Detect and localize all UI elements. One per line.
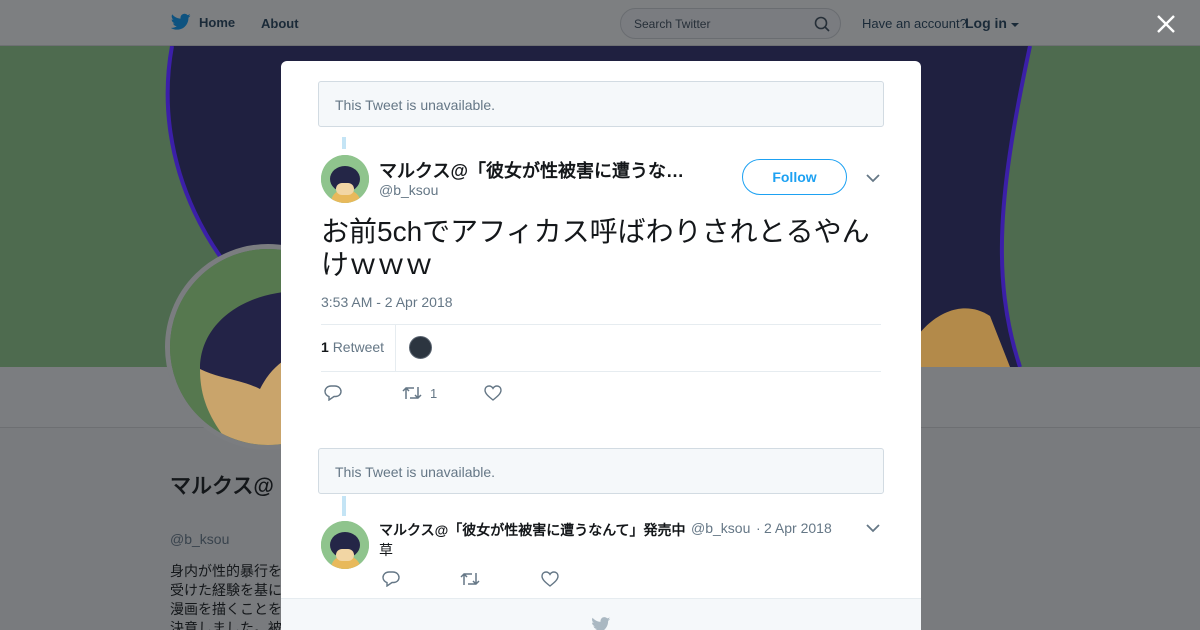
reply-icon <box>382 571 400 587</box>
unavailable-text: This Tweet is unavailable. <box>335 464 496 480</box>
nav-about-link[interactable]: About <box>261 16 299 31</box>
tweet-timestamp[interactable]: 3:53 AM - 2 Apr 2018 <box>321 294 453 310</box>
retweeter-avatar[interactable] <box>409 336 432 359</box>
nav-home-link[interactable]: Home <box>171 13 235 31</box>
caret-down-icon <box>1010 23 1019 27</box>
retweet-icon <box>402 386 422 400</box>
tweet-author-handle[interactable]: @b_ksou <box>379 182 438 198</box>
modal-footer <box>281 598 921 630</box>
reply-separator: · <box>756 520 761 536</box>
divider <box>321 371 881 372</box>
close-icon[interactable] <box>1154 12 1178 36</box>
chevron-down-icon[interactable] <box>865 520 881 536</box>
unavailable-tweet-notice: This Tweet is unavailable. <box>318 448 884 494</box>
reply-button[interactable] <box>324 385 342 401</box>
profile-handle[interactable]: @b_ksou <box>170 531 229 547</box>
follow-button[interactable]: Follow <box>742 159 847 195</box>
retweet-button[interactable]: 1 <box>402 385 437 401</box>
chevron-down-icon[interactable] <box>865 170 881 186</box>
login-label: Log in <box>965 15 1007 31</box>
search-icon[interactable] <box>814 16 830 32</box>
retweet-count: 1 <box>321 339 329 355</box>
unavailable-tweet-notice: This Tweet is unavailable. <box>318 81 884 127</box>
reply-avatar-illustration <box>321 521 369 569</box>
retweet-icon <box>460 572 480 586</box>
reply-date[interactable]: 2 Apr 2018 <box>764 520 832 536</box>
thread-connector-line <box>342 137 346 149</box>
reply-text: 草 <box>379 542 393 558</box>
top-navigation-bar: Home About Search Twitter Have an accoun… <box>0 0 1200 46</box>
reply-author-handle[interactable]: @b_ksou <box>691 520 750 536</box>
nav-home-label: Home <box>199 14 236 30</box>
like-button[interactable] <box>484 385 502 401</box>
reply-author-name[interactable]: マルクス@「彼女が性被害に遭うなんて」発売中 <box>379 520 686 540</box>
reply-icon <box>324 385 342 401</box>
retweet-action-count: 1 <box>430 385 438 401</box>
stat-separator <box>395 325 396 371</box>
login-link[interactable]: Log in <box>965 15 1019 31</box>
tweet-permalink-modal: This Tweet is unavailable. マルクス@「彼女が性被害に… <box>281 61 921 630</box>
search-placeholder: Search Twitter <box>634 17 711 31</box>
tweet-text: お前5chでアフィカス呼ばわりされとるやんけｗｗｗ <box>321 216 870 280</box>
retweet-stat-label: Retweet <box>332 339 385 355</box>
heart-icon <box>484 385 502 401</box>
reply-retweet-button[interactable] <box>460 571 480 587</box>
reply-reply-button[interactable] <box>382 571 400 587</box>
twitter-bird-icon <box>592 617 611 630</box>
tweet-author-avatar[interactable] <box>321 155 369 203</box>
profile-name: マルクス@「彼女が性被害に遭うなんて」発売中 <box>170 475 285 498</box>
thread-connector-line <box>342 496 346 516</box>
reply-author-avatar[interactable] <box>321 521 369 569</box>
unavailable-text: This Tweet is unavailable. <box>335 97 496 113</box>
author-avatar-illustration <box>321 155 369 203</box>
divider <box>321 324 881 325</box>
heart-icon <box>541 571 559 587</box>
have-account-text: Have an account? <box>862 16 967 31</box>
reply-like-button[interactable] <box>541 571 559 587</box>
tweet-author-name[interactable]: マルクス@「彼女が性被害に遭うな… <box>379 157 699 183</box>
profile-bio: 身内が性的暴行を受けた経験を基に漫画を描くことを決意しました。被害者の心に残る日… <box>170 563 282 630</box>
search-input[interactable]: Search Twitter <box>620 8 841 39</box>
twitter-bird-icon <box>171 13 191 30</box>
retweet-stats[interactable]: 1 Retweet <box>321 339 384 355</box>
